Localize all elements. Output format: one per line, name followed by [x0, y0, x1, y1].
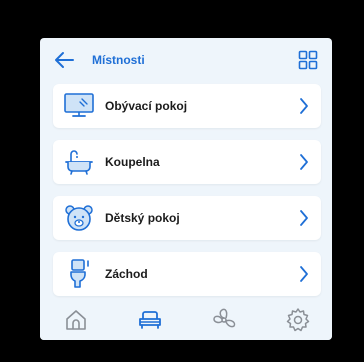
- rooms-screen: Místnosti Obývací pokoj Koupelna Dětský …: [40, 38, 332, 340]
- chevron-right-icon: [299, 153, 309, 171]
- room-item-toilet[interactable]: Záchod: [53, 252, 321, 296]
- room-item-kids-room[interactable]: Dětský pokoj: [53, 196, 321, 240]
- grid-icon: [298, 50, 318, 70]
- nav-rooms[interactable]: [136, 306, 164, 334]
- room-label: Obývací pokoj: [105, 99, 188, 113]
- nav-climate[interactable]: [210, 306, 238, 334]
- toilet-icon: [62, 259, 96, 289]
- back-button[interactable]: [53, 50, 75, 70]
- bathtub-icon: [62, 147, 96, 177]
- chevron-right-icon: [299, 97, 309, 115]
- arrow-left-icon: [55, 52, 74, 68]
- header: Místnosti: [40, 38, 332, 82]
- fan-icon: [213, 308, 236, 328]
- tv-icon: [62, 91, 96, 121]
- sofa-icon: [139, 311, 161, 329]
- room-item-bathroom[interactable]: Koupelna: [53, 140, 321, 184]
- bottom-nav: [40, 300, 332, 340]
- settings-icon: [286, 308, 310, 332]
- room-label: Koupelna: [105, 155, 160, 169]
- home-icon: [66, 310, 86, 330]
- room-label: Dětský pokoj: [105, 211, 180, 225]
- chevron-right-icon: [299, 265, 309, 283]
- room-item-living-room[interactable]: Obývací pokoj: [53, 84, 321, 128]
- device-frame: Místnosti Obývací pokoj Koupelna Dětský …: [0, 0, 364, 362]
- page-title: Místnosti: [92, 53, 145, 67]
- teddy-bear-icon: [62, 203, 96, 233]
- chevron-right-icon: [299, 209, 309, 227]
- nav-settings[interactable]: [284, 306, 312, 334]
- nav-home[interactable]: [62, 306, 90, 334]
- room-label: Záchod: [105, 267, 148, 281]
- grid-view-button[interactable]: [298, 50, 318, 70]
